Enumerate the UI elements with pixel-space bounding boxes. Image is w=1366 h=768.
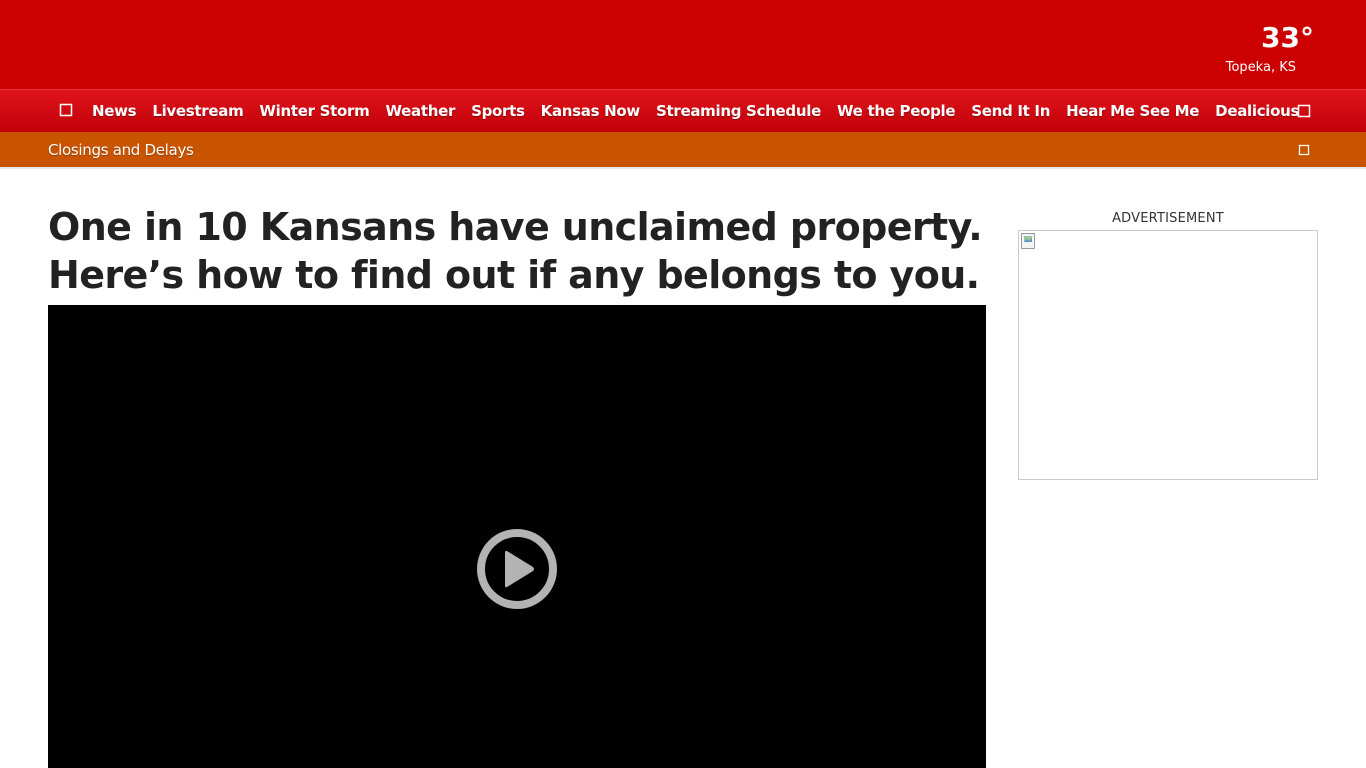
nav-item-send-it-in[interactable]: Send It In xyxy=(963,102,1058,120)
alert-bar: Closings and Delays xyxy=(0,132,1366,169)
nav-item-livestream[interactable]: Livestream xyxy=(144,102,251,120)
close-icon[interactable] xyxy=(1296,142,1312,158)
weather-temperature[interactable]: 33° xyxy=(1261,22,1314,54)
home-icon[interactable] xyxy=(56,100,76,120)
closings-delays-link[interactable]: Closings and Delays xyxy=(48,141,194,159)
main-nav: News Livestream Winter Storm Weather Spo… xyxy=(0,89,1366,132)
article-headline: One in 10 Kansans have unclaimed propert… xyxy=(48,205,983,297)
play-icon[interactable] xyxy=(476,528,558,610)
nav-item-hear-me-see-me[interactable]: Hear Me See Me xyxy=(1058,102,1207,120)
advertisement-label: ADVERTISEMENT xyxy=(1112,211,1224,226)
site-header: 33° Topeka, KS xyxy=(0,0,1366,89)
nav-item-winter-storm[interactable]: Winter Storm xyxy=(251,102,377,120)
nav-item-sports[interactable]: Sports xyxy=(463,102,533,120)
nav-item-kansas-now[interactable]: Kansas Now xyxy=(533,102,648,120)
nav-item-dealicious[interactable]: Dealicious xyxy=(1207,102,1307,120)
video-player[interactable] xyxy=(48,305,986,768)
nav-menu: News Livestream Winter Storm Weather Spo… xyxy=(84,90,1307,132)
search-icon[interactable] xyxy=(1294,101,1314,121)
nav-item-we-the-people[interactable]: We the People xyxy=(829,102,963,120)
broken-image-icon xyxy=(1021,233,1037,249)
nav-item-news[interactable]: News xyxy=(84,102,144,120)
weather-location[interactable]: Topeka, KS xyxy=(1226,60,1296,76)
nav-item-weather[interactable]: Weather xyxy=(377,102,463,120)
advertisement-slot[interactable] xyxy=(1018,230,1318,480)
nav-item-streaming-schedule[interactable]: Streaming Schedule xyxy=(648,102,829,120)
